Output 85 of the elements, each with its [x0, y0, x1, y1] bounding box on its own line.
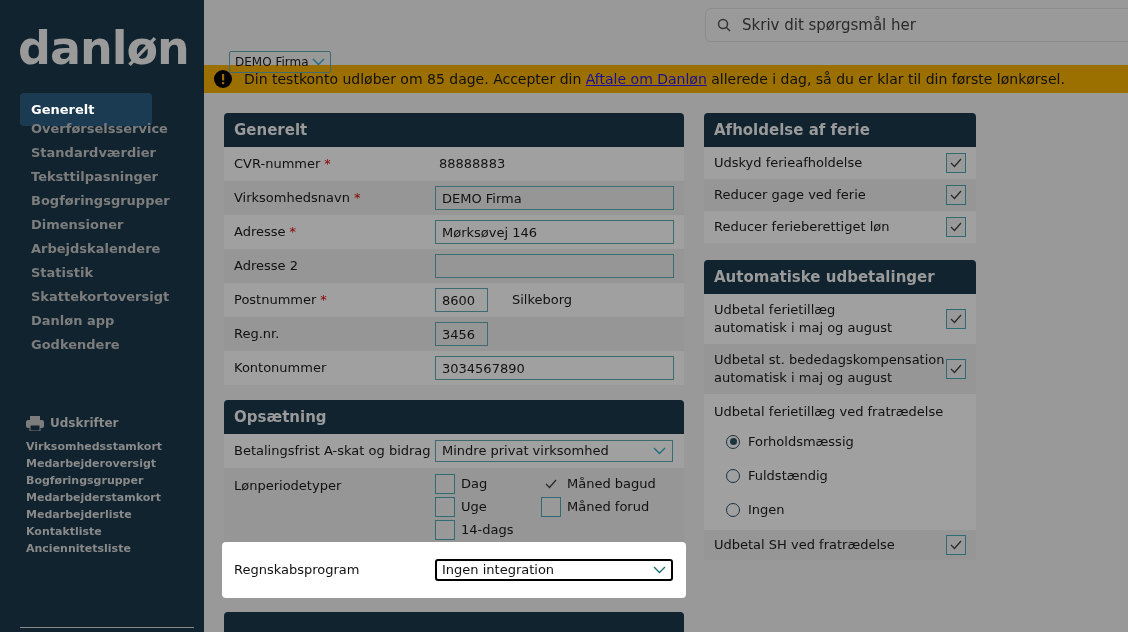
field-label: Betalingsfrist A-skat og bidrag — [234, 442, 432, 461]
sidebar-item[interactable]: Arbejdskalendere — [20, 237, 194, 261]
chevron-down-icon — [653, 447, 666, 455]
checkbox[interactable] — [946, 534, 966, 555]
checkbox-label: 14-dags — [461, 521, 514, 540]
checkbox[interactable] — [435, 520, 455, 540]
checkbox[interactable] — [435, 497, 455, 517]
check-icon — [950, 190, 962, 200]
field-label: Lønperiodetyper — [234, 477, 343, 495]
option-label: Udbetal SH ved fratrædelse — [714, 535, 895, 554]
print-link[interactable]: Medarbejderliste — [26, 506, 194, 523]
option-label: Reducer gage ved ferie — [714, 186, 866, 205]
print-link[interactable]: Virksomhedsstamkort — [26, 438, 194, 455]
print-link[interactable]: Medarbejderstamkort — [26, 489, 194, 506]
check-icon — [950, 222, 962, 232]
checkbox[interactable] — [946, 217, 966, 237]
sidebar-item[interactable]: Godkendere — [20, 333, 194, 357]
field-label: Reg.nr. — [234, 325, 280, 344]
card-header: Generelt — [224, 113, 684, 147]
sidebar-item[interactable]: Dimensioner — [20, 213, 194, 237]
payment-select[interactable]: Mindre privat virksomhed — [435, 440, 673, 462]
printer-icon — [26, 415, 44, 431]
radio-label: Fuldstændig — [748, 466, 828, 485]
input-field[interactable]: 8600 — [435, 288, 488, 312]
input-field[interactable] — [435, 254, 674, 278]
accounting-select[interactable]: Ingen integration — [435, 559, 673, 581]
search-field[interactable]: Skriv dit spørgsmål her — [705, 8, 1128, 42]
checkbox[interactable] — [541, 497, 561, 517]
warning-icon — [214, 70, 232, 89]
check-icon — [950, 158, 962, 168]
checkbox[interactable] — [946, 359, 966, 379]
print-link[interactable]: Medarbejderoversigt — [26, 455, 194, 472]
option-label: Udbetal ferietillæg ved fratrædelse — [714, 403, 945, 421]
checkbox[interactable] — [946, 185, 966, 205]
sidebar-item[interactable]: Skattekortoversigt — [20, 285, 194, 309]
radio-label: Forholdsmæssig — [748, 432, 854, 451]
input-field[interactable]: Mørksøvej 146 — [435, 220, 674, 244]
checkbox-label: Dag — [461, 475, 488, 494]
input-field[interactable]: DEMO Firma — [435, 186, 674, 210]
field-label: Regnskabsprogram — [234, 561, 361, 580]
card-header: Automatiske udbetalinger — [704, 260, 976, 294]
sidebar-item[interactable]: Standardværdier — [20, 141, 194, 165]
required-mark: * — [320, 291, 327, 310]
agreement-link[interactable]: Aftale om Danløn — [585, 70, 707, 87]
check-icon — [950, 314, 962, 324]
radio-label: Ingen — [748, 500, 785, 519]
field-value: 88888883 — [439, 155, 506, 174]
chevron-down-icon — [311, 58, 325, 66]
logo: danløn — [18, 20, 189, 76]
prints-heading: Udskrifter — [50, 415, 119, 432]
field-label: Adresse — [234, 223, 286, 242]
checkbox[interactable] — [435, 474, 455, 494]
input-field[interactable]: 3456 — [435, 322, 488, 346]
print-link[interactable]: Kontaktliste — [26, 523, 194, 540]
option-label: Udbetal ferietillæg automatisk i maj og august — [714, 301, 893, 337]
field-label: Virksomhedsnavn — [234, 189, 350, 208]
option-label: Reducer ferieberettiget løn — [714, 218, 890, 237]
required-mark: * — [289, 223, 297, 242]
city-text: Silkeborg — [512, 291, 573, 310]
required-mark: * — [353, 189, 361, 208]
card-header: Afholdelse af ferie — [704, 113, 976, 147]
field-label: CVR-nummer — [234, 155, 321, 174]
check-icon — [950, 539, 962, 550]
print-link[interactable]: Bogføringsgrupper — [26, 472, 194, 489]
checkbox-label: Uge — [461, 498, 487, 517]
option-label: Udskyd ferieafholdelse — [714, 154, 863, 173]
sidebar-item[interactable]: Bogføringsgrupper — [20, 189, 194, 213]
checkbox-label: Måned bagud — [567, 475, 656, 494]
print-link[interactable]: Anciennitetsliste — [26, 540, 194, 557]
checkbox[interactable] — [946, 153, 966, 173]
checkbox[interactable] — [946, 309, 966, 329]
sidebar-item[interactable]: Danløn app — [20, 309, 194, 333]
field-label: Adresse 2 — [234, 257, 298, 276]
input-field[interactable]: 3034567890 — [435, 356, 674, 380]
required-mark: * — [324, 155, 331, 174]
search-icon — [717, 18, 731, 32]
card-header: Opsætning — [224, 400, 684, 434]
option-label: Udbetal st. bededagskompensation automatisk i maj og august — [714, 351, 945, 387]
chevron-down-icon — [653, 566, 666, 574]
field-label: Postnummer — [234, 291, 317, 310]
checkbox-label: Måned forud — [567, 498, 650, 517]
sidebar-item[interactable]: Statistik — [20, 261, 194, 285]
field-label: Kontonummer — [234, 359, 327, 378]
sidebar-item[interactable]: Teksttilpasninger — [20, 165, 194, 189]
check-icon — [950, 364, 962, 374]
